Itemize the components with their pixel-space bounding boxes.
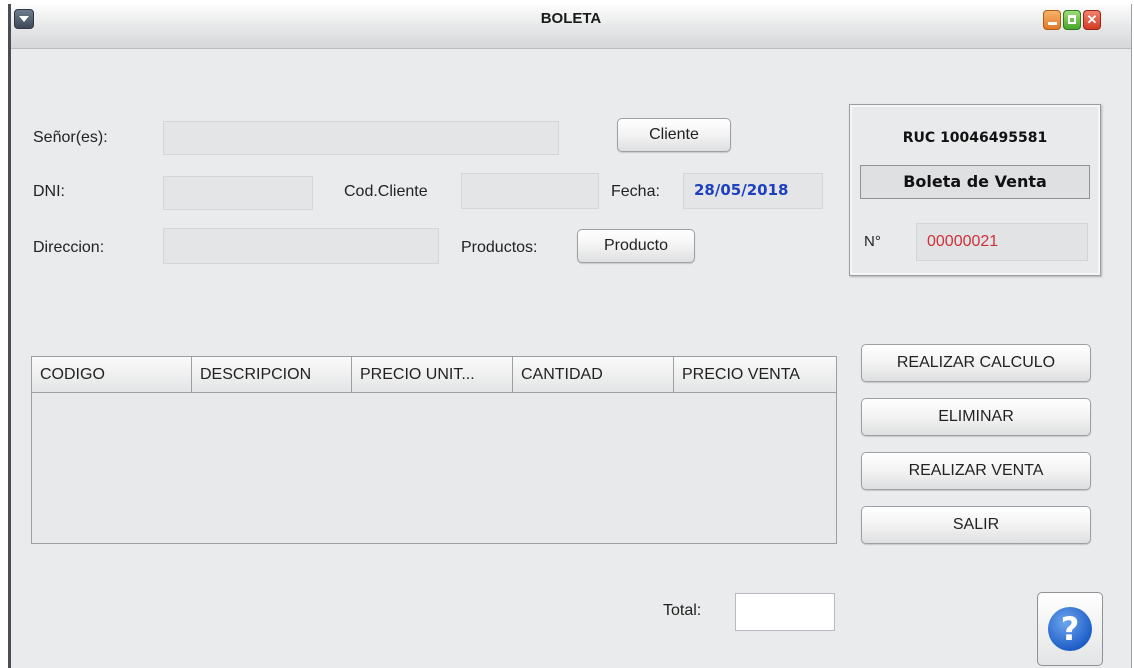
- cliente-button[interactable]: Cliente: [617, 118, 731, 152]
- column-header-descripcion[interactable]: DESCRIPCION: [192, 357, 352, 392]
- maximize-button[interactable]: [1063, 10, 1081, 30]
- senor-label: Señor(es):: [33, 129, 108, 146]
- fecha-field: 28/05/2018: [683, 173, 823, 209]
- products-table[interactable]: CODIGO DESCRIPCION PRECIO UNIT... CANTID…: [31, 356, 837, 544]
- close-button[interactable]: ✕: [1083, 10, 1101, 30]
- dni-label: DNI:: [33, 183, 65, 200]
- fecha-value: 28/05/2018: [694, 181, 789, 199]
- column-header-cantidad[interactable]: CANTIDAD: [513, 357, 674, 392]
- fecha-label: Fecha:: [611, 183, 660, 200]
- number-value: 00000021: [927, 233, 999, 250]
- producto-button[interactable]: Producto: [577, 229, 695, 263]
- minimize-icon: [1048, 22, 1057, 25]
- direccion-input[interactable]: [163, 228, 439, 264]
- salir-button[interactable]: SALIR: [861, 506, 1091, 544]
- document-type: Boleta de Venta: [860, 165, 1090, 199]
- boleta-window: BOLETA ✕ Señor(es): Cliente DNI: Cod.Cli…: [8, 4, 1132, 668]
- cod-cliente-input[interactable]: [461, 173, 599, 209]
- column-header-precio-venta[interactable]: PRECIO VENTA: [674, 357, 836, 392]
- realizar-venta-button[interactable]: REALIZAR VENTA: [861, 452, 1091, 490]
- number-label: N°: [864, 233, 881, 250]
- productos-label: Productos:: [461, 239, 538, 256]
- maximize-icon: [1068, 15, 1076, 24]
- table-header: CODIGO DESCRIPCION PRECIO UNIT... CANTID…: [32, 357, 836, 393]
- total-input[interactable]: [735, 593, 835, 631]
- senor-input[interactable]: [163, 121, 559, 155]
- dni-input[interactable]: [163, 176, 313, 210]
- direccion-label: Direccion:: [33, 239, 105, 256]
- eliminar-button[interactable]: ELIMINAR: [861, 398, 1091, 436]
- ruc-number: RUC 10046495581: [902, 130, 1048, 146]
- title-bar: BOLETA ✕: [11, 4, 1131, 49]
- column-header-precio-unit[interactable]: PRECIO UNIT...: [352, 357, 513, 392]
- help-icon: ?: [1048, 607, 1092, 651]
- receipt-header-box: RUC 10046495581 Boleta de Venta N° 00000…: [849, 104, 1101, 276]
- realizar-calculo-button[interactable]: REALIZAR CALCULO: [861, 344, 1091, 382]
- minimize-button[interactable]: [1043, 10, 1061, 30]
- help-button[interactable]: ?: [1037, 592, 1103, 666]
- number-field: 00000021: [916, 223, 1088, 261]
- cod-cliente-label: Cod.Cliente: [344, 183, 428, 200]
- total-label: Total:: [663, 602, 702, 619]
- window-title: BOLETA: [540, 10, 602, 27]
- close-icon: ✕: [1086, 12, 1098, 27]
- column-header-codigo[interactable]: CODIGO: [32, 357, 192, 392]
